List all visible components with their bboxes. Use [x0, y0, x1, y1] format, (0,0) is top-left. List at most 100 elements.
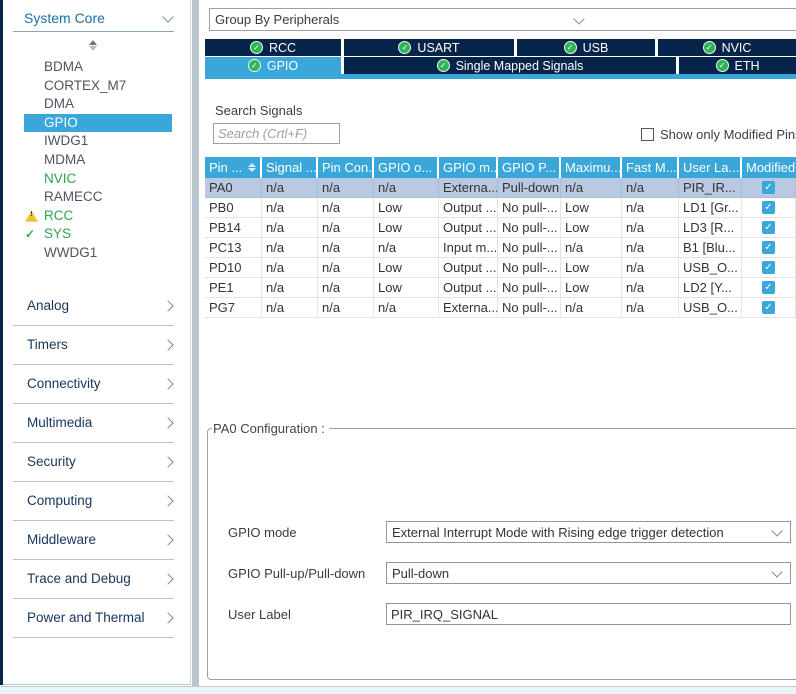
config-field-label: GPIO Pull-up/Pull-down — [228, 566, 365, 581]
table-row-pg7[interactable]: PG7n/an/an/aExterna...No pull-...n/an/aU… — [205, 298, 796, 318]
column-header-fast-m[interactable]: Fast M... — [622, 157, 679, 178]
modified-checkbox-checked-icon[interactable] — [762, 201, 775, 214]
cell-pin: PC13 — [205, 238, 262, 258]
modified-checkbox-checked-icon[interactable] — [762, 221, 775, 234]
tab-eth[interactable]: ETH — [679, 57, 796, 74]
sidebar-category-multimedia[interactable]: Multimedia — [3, 413, 190, 452]
sidebar-item-label: CORTEX_M7 — [44, 78, 126, 93]
sidebar-category-divider — [13, 442, 174, 443]
table-row-pe1[interactable]: PE1n/an/aLowOutput ...No pull-...Lown/aL… — [205, 278, 796, 298]
list-scroll-spinner[interactable] — [89, 40, 97, 51]
tab-label: USART — [417, 41, 459, 55]
sidebar-item-mdma[interactable]: MDMA — [3, 151, 190, 170]
cell-signal: n/a — [262, 238, 318, 258]
sidebar-item-cortex-m7[interactable]: CORTEX_M7 — [3, 77, 190, 96]
cell-gpio-o: n/a — [374, 238, 439, 258]
tab-label: Single Mapped Signals — [456, 59, 584, 73]
cell-user-la: B1 [Blu... — [679, 238, 742, 258]
sidebar-category-power-and-thermal[interactable]: Power and Thermal — [3, 608, 190, 647]
sidebar-item-gpio[interactable]: GPIO — [24, 114, 172, 133]
table-row-pb14[interactable]: PB14n/an/aLowOutput ...No pull-...Lown/a… — [205, 218, 796, 238]
table-row-pd10[interactable]: PD10n/an/aLowOutput ...No pull-...Lown/a… — [205, 258, 796, 278]
user-label-input[interactable] — [386, 603, 791, 625]
search-signals-input[interactable] — [213, 123, 340, 144]
cell-maximu: n/a — [561, 178, 622, 198]
sidebar-category-divider — [13, 325, 174, 326]
sidebar-item-dma[interactable]: DMA — [3, 95, 190, 114]
cell-gpio-o: Low — [374, 198, 439, 218]
sidebar-category-trace-and-debug[interactable]: Trace and Debug — [3, 569, 190, 608]
column-header-user-la[interactable]: User La... — [679, 157, 742, 178]
cell-user-la: LD1 [Gr... — [679, 198, 742, 218]
sidebar-category-timers[interactable]: Timers — [3, 335, 190, 374]
tab-rcc[interactable]: RCC — [205, 39, 341, 56]
sidebar-category-label: Computing — [27, 493, 92, 508]
column-header-gpio-o[interactable]: GPIO o... — [374, 157, 439, 178]
scroll-up-icon — [89, 40, 97, 45]
column-header-pin[interactable]: Pin ... — [205, 157, 262, 178]
sidebar-item-ramecc[interactable]: RAMECC — [3, 188, 190, 207]
column-header-pin-con[interactable]: Pin Con... — [318, 157, 374, 178]
cell-pin: PB14 — [205, 218, 262, 238]
column-header-gpio-p[interactable]: GPIO P... — [498, 157, 561, 178]
sidebar-section-system-core[interactable]: System Core — [24, 10, 172, 26]
cell-signal: n/a — [262, 298, 318, 318]
column-header-label: User La... — [683, 157, 739, 178]
configuration-group-legend: PA0 Configuration : — [212, 421, 329, 436]
sidebar-category-computing[interactable]: Computing — [3, 491, 190, 530]
sidebar-category-security[interactable]: Security — [3, 452, 190, 491]
sidebar-category-analog[interactable]: Analog — [3, 296, 190, 335]
checkbox-unchecked-icon[interactable] — [641, 128, 654, 141]
sidebar-category-middleware[interactable]: Middleware — [3, 530, 190, 569]
cell-signal: n/a — [262, 178, 318, 198]
chevron-right-icon — [162, 495, 173, 506]
table-row-pc13[interactable]: PC13n/an/an/aInput m...No pull-...n/an/a… — [205, 238, 796, 258]
modified-checkbox-checked-icon[interactable] — [762, 181, 775, 194]
sidebar-item-label: GPIO — [44, 115, 78, 130]
sidebar-category-row: Computing — [27, 493, 172, 508]
tab-usb[interactable]: USB — [517, 39, 655, 56]
config-row-gpio-pull-up-pull-down: GPIO Pull-up/Pull-down Pull-down — [208, 562, 796, 585]
group-by-select[interactable]: Group By Peripherals — [209, 8, 796, 31]
mode-and-configuration-panel: Group By Peripherals RCC USART USBNVIC GPI… — [205, 0, 796, 687]
table-row-pa0[interactable]: PA0n/an/an/aExterna...Pull-downn/an/aPIR… — [205, 178, 796, 198]
sidebar-header-divider — [13, 31, 174, 32]
panel-splitter[interactable] — [192, 0, 199, 687]
column-header-signal[interactable]: Signal ... — [262, 157, 318, 178]
chevron-down-icon — [771, 525, 782, 536]
column-header-modified[interactable]: Modified — [742, 157, 796, 178]
sidebar-item-list: BDMACORTEX_M7 DMAGPIO IWDG1MDMANVICRAMECCR… — [3, 58, 190, 263]
gpio-pull-up-pull-down-select[interactable]: Pull-down — [386, 562, 791, 584]
cell-user-la: LD3 [R... — [679, 218, 742, 238]
tab-single-mapped-signals[interactable]: Single Mapped Signals — [344, 57, 676, 74]
column-header-label: Fast M... — [626, 157, 677, 178]
column-header-label: Modified — [746, 157, 795, 178]
sidebar-category-row: Analog — [27, 298, 172, 313]
cell-gpio-p: Pull-down — [498, 178, 561, 198]
sidebar-item-rcc[interactable]: RCC — [3, 207, 190, 226]
tab-usart[interactable]: USART — [344, 39, 514, 56]
sidebar-item-nvic[interactable]: NVIC — [3, 170, 190, 189]
show-only-modified-pins-filter[interactable]: Show only Modified Pins — [641, 127, 796, 142]
tab-gpio[interactable]: GPIO — [205, 57, 341, 74]
sidebar-item-sys[interactable]: SYS — [3, 225, 190, 244]
column-header-gpio-m[interactable]: GPIO m... — [439, 157, 498, 178]
modified-checkbox-checked-icon[interactable] — [762, 281, 775, 294]
modified-checkbox-checked-icon[interactable] — [762, 241, 775, 254]
table-row-pb0[interactable]: PB0n/an/aLowOutput ...No pull-...Lown/aL… — [205, 198, 796, 218]
column-header-maximu[interactable]: Maximu... — [561, 157, 622, 178]
sidebar-category-label: Analog — [27, 298, 69, 313]
modified-checkbox-checked-icon[interactable] — [762, 261, 775, 274]
modified-checkbox-checked-icon[interactable] — [762, 301, 775, 314]
gpio-mode-select[interactable]: External Interrupt Mode with Rising edge… — [386, 521, 791, 543]
sidebar-category-connectivity[interactable]: Connectivity — [3, 374, 190, 413]
cell-gpio-p: No pull-... — [498, 298, 561, 318]
check-icon — [25, 225, 35, 244]
filter-label: Show only Modified Pins — [660, 127, 796, 142]
sidebar-item-label: RCC — [44, 208, 73, 223]
sidebar-item-wwdg1[interactable]: WWDG1 — [3, 244, 190, 263]
tab-nvic[interactable]: NVIC — [658, 39, 796, 56]
sidebar-category-row: Trace and Debug — [27, 571, 172, 586]
sidebar-item-bdma[interactable]: BDMA — [3, 58, 190, 77]
sidebar-item-iwdg1[interactable]: IWDG1 — [3, 132, 190, 151]
